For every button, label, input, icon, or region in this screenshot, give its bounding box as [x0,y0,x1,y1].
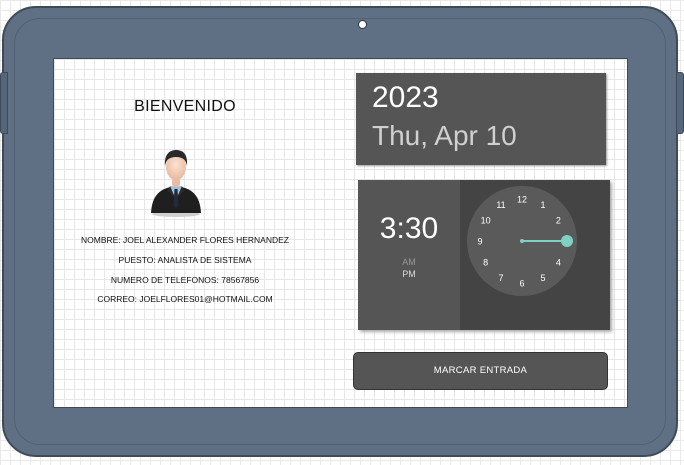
clock-tile: 3:30 AM PM 12 1 2 4 5 6 7 8 9 10 11 [358,180,610,330]
clock-number-11: 11 [496,200,505,210]
clock-number-9: 9 [477,237,482,247]
clock-hand-handle[interactable] [561,235,573,247]
clock-number-10: 10 [481,216,491,226]
clock-number-7: 7 [498,273,503,283]
digital-clock-panel: 3:30 AM PM [358,180,460,330]
tablet-side-button-left [0,72,8,134]
marcar-entrada-button[interactable]: MARCAR ENTRADA [353,352,608,390]
puesto-text: PUESTO: ANALISTA DE SISTEMA [118,255,252,265]
clock-number-2: 2 [556,216,561,226]
date-day: Thu, Apr 10 [372,120,517,151]
clock-number-6: 6 [519,279,524,289]
nombre-text: NOMBRE: JOEL ALEXANDER FLORES HERNANDEZ [81,235,289,245]
businessman-avatar-icon [151,150,201,217]
clock-number-8: 8 [483,258,488,268]
telefono-text: NUMERO DE TELEFONOS: 78567856 [110,275,260,285]
clock-number-1: 1 [540,200,545,210]
welcome-heading: BIENVENIDO [134,98,236,115]
analog-clock: 12124567891011 [467,186,577,296]
digital-time: 3:30 [379,212,439,245]
clock-number-12: 12 [517,195,527,205]
correo-text: CORREO: JOELFLORES01@HOTMAIL.COM [97,294,273,304]
camera-icon [358,20,367,29]
clock-center-dot [520,239,524,243]
clock-number-5: 5 [540,273,545,283]
screen: BIENVENIDO NOMBRE: JOEL ALEXANDER FLORES… [53,58,628,408]
date-year: 2023 [372,81,439,114]
clock-number-4: 4 [556,258,561,268]
tablet-side-button-right [676,72,684,134]
pm-label: PM [402,269,416,279]
am-label: AM [402,257,416,267]
date-tile: 2023 Thu, Apr 10 [356,73,606,165]
